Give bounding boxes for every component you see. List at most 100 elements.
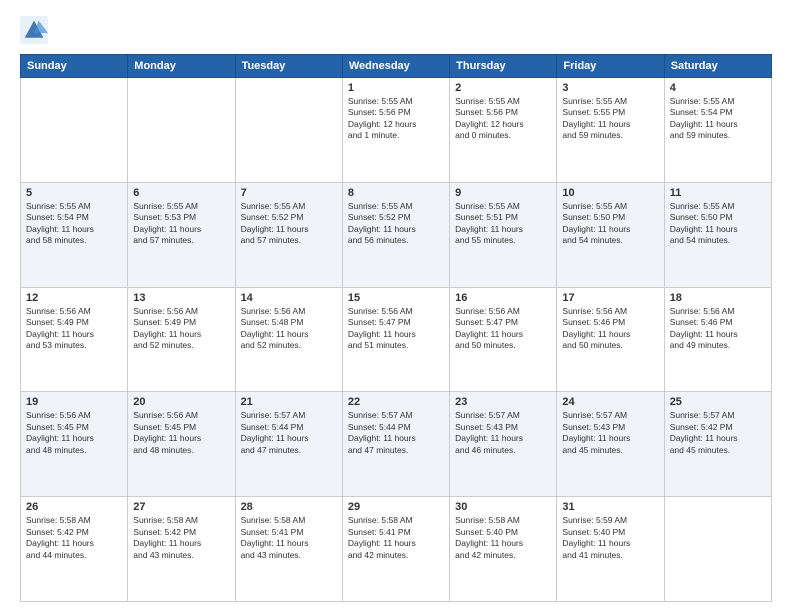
day-info: Sunrise: 5:59 AM Sunset: 5:40 PM Dayligh… xyxy=(562,515,658,561)
day-number: 31 xyxy=(562,501,658,513)
day-info: Sunrise: 5:55 AM Sunset: 5:56 PM Dayligh… xyxy=(348,96,444,142)
calendar-cell: 17Sunrise: 5:56 AM Sunset: 5:46 PM Dayli… xyxy=(557,287,664,392)
day-info: Sunrise: 5:57 AM Sunset: 5:43 PM Dayligh… xyxy=(455,410,551,456)
day-info: Sunrise: 5:58 AM Sunset: 5:41 PM Dayligh… xyxy=(241,515,337,561)
calendar-cell xyxy=(235,78,342,183)
calendar-cell: 14 Sunrise: 5:56 AM Sunset: 5:48 PM Dayli… xyxy=(235,287,342,392)
day-number: 7 xyxy=(241,187,337,199)
calendar-cell: 2Sunrise: 5:55 AM Sunset: 5:56 PM Daylig… xyxy=(450,78,557,183)
day-number: 1 xyxy=(348,82,444,94)
calendar-cell: 31 Sunrise: 5:59 AM Sunset: 5:40 PM Dayli… xyxy=(557,497,664,602)
day-number: 14 xyxy=(241,292,337,304)
calendar-cell: 5 Sunrise: 5:55 AM Sunset: 5:54 PM Daylig… xyxy=(21,182,128,287)
day-info: Sunrise: 5:58 AM Sunset: 5:40 PM Dayligh… xyxy=(455,515,551,561)
page: SundayMondayTuesdayWednesdayThursdayFrid… xyxy=(0,0,792,612)
day-number: 24 xyxy=(562,396,658,408)
calendar-cell: 28 Sunrise: 5:58 AM Sunset: 5:41 PM Dayli… xyxy=(235,497,342,602)
day-number: 23 xyxy=(455,396,551,408)
day-info: Sunrise: 5:55 AM Sunset: 5:52 PM Dayligh… xyxy=(348,201,444,247)
calendar-cell: 3 Sunrise: 5:55 AM Sunset: 5:55 PM Daylig… xyxy=(557,78,664,183)
calendar-cell: 7Sunrise: 5:55 AM Sunset: 5:52 PM Daylig… xyxy=(235,182,342,287)
day-number: 16 xyxy=(455,292,551,304)
day-number: 29 xyxy=(348,501,444,513)
header xyxy=(20,16,772,44)
calendar-row: 1 Sunrise: 5:55 AM Sunset: 5:56 PM Daylig… xyxy=(21,78,772,183)
day-info: Sunrise: 5:56 AM Sunset: 5:47 PM Dayligh… xyxy=(348,306,444,352)
day-number: 30 xyxy=(455,501,551,513)
calendar-cell: 10Sunrise: 5:55 AM Sunset: 5:50 PM Dayli… xyxy=(557,182,664,287)
day-number: 18 xyxy=(670,292,766,304)
day-info: Sunrise: 5:58 AM Sunset: 5:42 PM Dayligh… xyxy=(26,515,122,561)
calendar-row: 26 Sunrise: 5:58 AM Sunset: 5:42 PM Dayli… xyxy=(21,497,772,602)
calendar-cell: 15Sunrise: 5:56 AM Sunset: 5:47 PM Dayli… xyxy=(342,287,449,392)
day-info: Sunrise: 5:57 AM Sunset: 5:44 PM Dayligh… xyxy=(241,410,337,456)
calendar-cell: 11 Sunrise: 5:55 AM Sunset: 5:50 PM Dayli… xyxy=(664,182,771,287)
calendar-table: SundayMondayTuesdayWednesdayThursdayFrid… xyxy=(20,54,772,602)
calendar-cell xyxy=(664,497,771,602)
calendar-cell: 30 Sunrise: 5:58 AM Sunset: 5:40 PM Dayli… xyxy=(450,497,557,602)
day-number: 26 xyxy=(26,501,122,513)
day-info: Sunrise: 5:56 AM Sunset: 5:45 PM Dayligh… xyxy=(133,410,229,456)
weekday-header-row: SundayMondayTuesdayWednesdayThursdayFrid… xyxy=(21,55,772,78)
calendar-cell: 21Sunrise: 5:57 AM Sunset: 5:44 PM Dayli… xyxy=(235,392,342,497)
day-info: Sunrise: 5:55 AM Sunset: 5:51 PM Dayligh… xyxy=(455,201,551,247)
day-number: 28 xyxy=(241,501,337,513)
weekday-header-saturday: Saturday xyxy=(664,55,771,78)
day-info: Sunrise: 5:56 AM Sunset: 5:45 PM Dayligh… xyxy=(26,410,122,456)
day-info: Sunrise: 5:56 AM Sunset: 5:49 PM Dayligh… xyxy=(26,306,122,352)
day-info: Sunrise: 5:55 AM Sunset: 5:50 PM Dayligh… xyxy=(670,201,766,247)
logo xyxy=(20,16,52,44)
calendar-cell: 6Sunrise: 5:55 AM Sunset: 5:53 PM Daylig… xyxy=(128,182,235,287)
day-number: 8 xyxy=(348,187,444,199)
calendar-cell xyxy=(21,78,128,183)
calendar-cell: 26 Sunrise: 5:58 AM Sunset: 5:42 PM Dayli… xyxy=(21,497,128,602)
day-number: 12 xyxy=(26,292,122,304)
day-number: 6 xyxy=(133,187,229,199)
day-info: Sunrise: 5:57 AM Sunset: 5:43 PM Dayligh… xyxy=(562,410,658,456)
day-info: Sunrise: 5:56 AM Sunset: 5:47 PM Dayligh… xyxy=(455,306,551,352)
day-number: 9 xyxy=(455,187,551,199)
calendar-cell: 19Sunrise: 5:56 AM Sunset: 5:45 PM Dayli… xyxy=(21,392,128,497)
day-number: 27 xyxy=(133,501,229,513)
day-number: 5 xyxy=(26,187,122,199)
calendar-cell: 8 Sunrise: 5:55 AM Sunset: 5:52 PM Daylig… xyxy=(342,182,449,287)
logo-icon xyxy=(20,16,48,44)
day-info: Sunrise: 5:58 AM Sunset: 5:42 PM Dayligh… xyxy=(133,515,229,561)
day-info: Sunrise: 5:57 AM Sunset: 5:44 PM Dayligh… xyxy=(348,410,444,456)
calendar-cell: 4Sunrise: 5:55 AM Sunset: 5:54 PM Daylig… xyxy=(664,78,771,183)
weekday-header-sunday: Sunday xyxy=(21,55,128,78)
weekday-header-tuesday: Tuesday xyxy=(235,55,342,78)
calendar-cell: 29 Sunrise: 5:58 AM Sunset: 5:41 PM Dayli… xyxy=(342,497,449,602)
calendar-cell: 23 Sunrise: 5:57 AM Sunset: 5:43 PM Dayli… xyxy=(450,392,557,497)
day-number: 11 xyxy=(670,187,766,199)
calendar-cell: 22 Sunrise: 5:57 AM Sunset: 5:44 PM Dayli… xyxy=(342,392,449,497)
calendar-cell: 25Sunrise: 5:57 AM Sunset: 5:42 PM Dayli… xyxy=(664,392,771,497)
day-info: Sunrise: 5:57 AM Sunset: 5:42 PM Dayligh… xyxy=(670,410,766,456)
calendar-cell: 16 Sunrise: 5:56 AM Sunset: 5:47 PM Dayli… xyxy=(450,287,557,392)
calendar-row: 19Sunrise: 5:56 AM Sunset: 5:45 PM Dayli… xyxy=(21,392,772,497)
weekday-header-monday: Monday xyxy=(128,55,235,78)
weekday-header-thursday: Thursday xyxy=(450,55,557,78)
day-number: 10 xyxy=(562,187,658,199)
calendar-cell: 13 Sunrise: 5:56 AM Sunset: 5:49 PM Dayli… xyxy=(128,287,235,392)
calendar-cell: 27 Sunrise: 5:58 AM Sunset: 5:42 PM Dayli… xyxy=(128,497,235,602)
day-info: Sunrise: 5:55 AM Sunset: 5:55 PM Dayligh… xyxy=(562,96,658,142)
day-number: 22 xyxy=(348,396,444,408)
calendar-row: 12 Sunrise: 5:56 AM Sunset: 5:49 PM Dayli… xyxy=(21,287,772,392)
day-info: Sunrise: 5:56 AM Sunset: 5:49 PM Dayligh… xyxy=(133,306,229,352)
calendar-cell: 18Sunrise: 5:56 AM Sunset: 5:46 PM Dayli… xyxy=(664,287,771,392)
day-number: 4 xyxy=(670,82,766,94)
day-info: Sunrise: 5:55 AM Sunset: 5:54 PM Dayligh… xyxy=(26,201,122,247)
day-number: 13 xyxy=(133,292,229,304)
day-info: Sunrise: 5:58 AM Sunset: 5:41 PM Dayligh… xyxy=(348,515,444,561)
day-number: 3 xyxy=(562,82,658,94)
calendar-cell: 24 Sunrise: 5:57 AM Sunset: 5:43 PM Dayli… xyxy=(557,392,664,497)
calendar-row: 5 Sunrise: 5:55 AM Sunset: 5:54 PM Daylig… xyxy=(21,182,772,287)
weekday-header-wednesday: Wednesday xyxy=(342,55,449,78)
day-number: 20 xyxy=(133,396,229,408)
day-info: Sunrise: 5:56 AM Sunset: 5:46 PM Dayligh… xyxy=(562,306,658,352)
calendar-cell: 1 Sunrise: 5:55 AM Sunset: 5:56 PM Daylig… xyxy=(342,78,449,183)
day-number: 2 xyxy=(455,82,551,94)
calendar-cell: 20 Sunrise: 5:56 AM Sunset: 5:45 PM Dayli… xyxy=(128,392,235,497)
day-info: Sunrise: 5:56 AM Sunset: 5:48 PM Dayligh… xyxy=(241,306,337,352)
